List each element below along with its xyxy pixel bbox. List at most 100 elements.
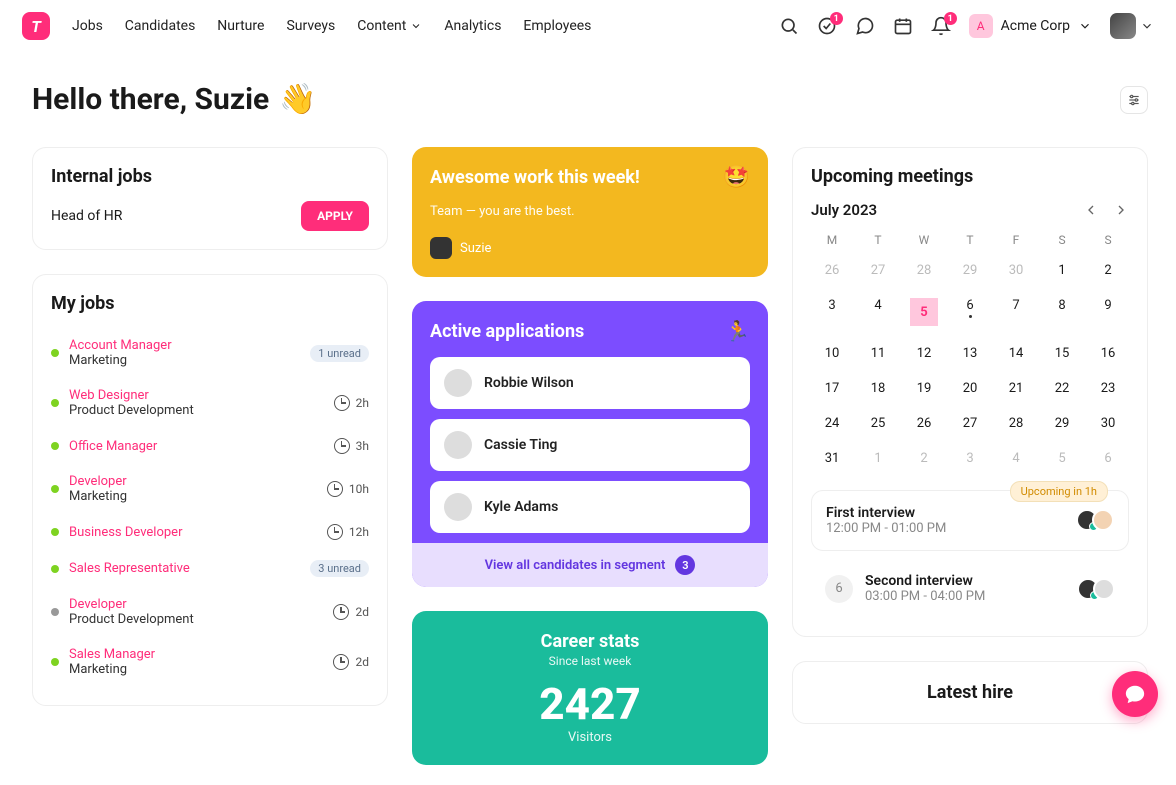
cal-day[interactable]: 1 — [857, 443, 899, 474]
sliders-icon — [1127, 93, 1141, 107]
cal-day[interactable]: 3 — [949, 443, 991, 474]
cal-weekday: S — [1041, 229, 1083, 251]
cal-day[interactable]: 2 — [903, 443, 945, 474]
cal-day[interactable]: 5 — [903, 290, 945, 334]
celebrate-emoji: 🤩 — [723, 165, 750, 190]
cal-day[interactable]: 6 — [1087, 443, 1129, 474]
cal-day[interactable]: 3 — [811, 290, 853, 334]
cal-day[interactable]: 18 — [857, 373, 899, 404]
unread-pill: 3 unread — [310, 560, 369, 577]
unread-pill: 1 unread — [310, 345, 369, 362]
meeting-card-second[interactable]: 6 Second interview 03:00 PM - 04:00 PM — [811, 559, 1129, 618]
user-menu[interactable] — [1110, 13, 1154, 39]
nav-content[interactable]: Content — [357, 18, 422, 34]
logo[interactable]: T — [22, 12, 50, 40]
cal-day[interactable]: 2 — [1087, 255, 1129, 286]
cal-day[interactable]: 8 — [1041, 290, 1083, 334]
job-meta: 2d — [333, 604, 369, 620]
application-row[interactable]: Cassie Ting — [430, 419, 750, 471]
job-row[interactable]: DeveloperProduct Development2d — [51, 587, 369, 637]
application-row[interactable]: Robbie Wilson — [430, 357, 750, 409]
tasks-button[interactable]: 1 — [817, 16, 837, 36]
status-dot — [51, 485, 59, 493]
nav-surveys[interactable]: Surveys — [286, 18, 335, 34]
org-switcher[interactable]: A Acme Corp — [969, 14, 1092, 38]
job-row[interactable]: Sales Representative3 unread — [51, 550, 369, 587]
cal-day[interactable]: 31 — [811, 443, 853, 474]
cal-weekday: W — [903, 229, 945, 251]
cal-day[interactable]: 5 — [1041, 443, 1083, 474]
cal-day[interactable]: 27 — [949, 408, 991, 439]
clock-icon — [333, 654, 349, 670]
stats-value: 2427 — [432, 678, 748, 730]
chevron-down-icon — [1078, 19, 1092, 33]
cal-day[interactable]: 10 — [811, 338, 853, 369]
apply-button[interactable]: APPLY — [301, 201, 369, 231]
cal-day[interactable]: 25 — [857, 408, 899, 439]
cal-day[interactable]: 4 — [995, 443, 1037, 474]
cal-day[interactable]: 1 — [1041, 255, 1083, 286]
nav-employees[interactable]: Employees — [523, 18, 591, 34]
cal-day[interactable]: 20 — [949, 373, 991, 404]
application-row[interactable]: Kyle Adams — [430, 481, 750, 533]
calendar-button[interactable] — [893, 16, 913, 36]
search-button[interactable] — [779, 16, 799, 36]
cal-day[interactable]: 26 — [903, 408, 945, 439]
cal-day[interactable]: 14 — [995, 338, 1037, 369]
cal-day[interactable]: 24 — [811, 408, 853, 439]
nav-candidates[interactable]: Candidates — [125, 18, 196, 34]
job-meta: 2h — [334, 395, 369, 411]
cal-day[interactable]: 28 — [903, 255, 945, 286]
clock-icon — [327, 481, 343, 497]
cal-day[interactable]: 7 — [995, 290, 1037, 334]
cal-day[interactable]: 23 — [1087, 373, 1129, 404]
nav-jobs[interactable]: Jobs — [72, 18, 103, 34]
topbar-right: 1 1 A Acme Corp — [779, 13, 1154, 39]
job-row[interactable]: Account ManagerMarketing1 unread — [51, 328, 369, 378]
next-month-button[interactable] — [1113, 202, 1129, 218]
cal-day[interactable]: 6 — [949, 290, 991, 334]
view-all-candidates-link[interactable]: View all candidates in segment 3 — [412, 543, 768, 587]
cal-weekday: M — [811, 229, 853, 251]
cal-day[interactable]: 17 — [811, 373, 853, 404]
cal-day[interactable]: 27 — [857, 255, 899, 286]
candidate-name: Cassie Ting — [484, 437, 557, 453]
cal-day[interactable]: 16 — [1087, 338, 1129, 369]
cal-day[interactable]: 21 — [995, 373, 1037, 404]
clock-icon — [333, 604, 349, 620]
cal-day[interactable]: 13 — [949, 338, 991, 369]
job-dept: Marketing — [69, 353, 300, 368]
job-row[interactable]: Web DesignerProduct Development2h — [51, 378, 369, 428]
candidate-avatar — [444, 369, 472, 397]
cal-day[interactable]: 9 — [1087, 290, 1129, 334]
messages-button[interactable] — [855, 16, 875, 36]
cal-day[interactable]: 29 — [949, 255, 991, 286]
cal-day[interactable]: 22 — [1041, 373, 1083, 404]
chat-fab[interactable] — [1112, 671, 1158, 717]
job-row[interactable]: Office Manager3h — [51, 428, 369, 464]
apps-list: Robbie Wilson Cassie Ting Kyle Adams — [430, 357, 750, 533]
nav-analytics[interactable]: Analytics — [444, 18, 501, 34]
job-row[interactable]: Sales ManagerMarketing2d — [51, 637, 369, 687]
cal-day[interactable]: 12 — [903, 338, 945, 369]
cal-day[interactable]: 28 — [995, 408, 1037, 439]
cal-day[interactable]: 11 — [857, 338, 899, 369]
cal-day[interactable]: 30 — [1087, 408, 1129, 439]
cal-day[interactable]: 29 — [1041, 408, 1083, 439]
cal-day[interactable]: 30 — [995, 255, 1037, 286]
job-row[interactable]: Business Developer12h — [51, 514, 369, 550]
candidate-avatar — [444, 431, 472, 459]
apps-title: Active applications — [430, 321, 584, 342]
nav-nurture[interactable]: Nurture — [217, 18, 264, 34]
job-row[interactable]: DeveloperMarketing10h — [51, 464, 369, 514]
cal-day[interactable]: 19 — [903, 373, 945, 404]
notifications-button[interactable]: 1 — [931, 16, 951, 36]
cal-day[interactable]: 4 — [857, 290, 899, 334]
status-dot — [51, 528, 59, 536]
cal-day[interactable]: 26 — [811, 255, 853, 286]
prev-month-button[interactable] — [1083, 202, 1099, 218]
dashboard-settings-button[interactable] — [1120, 86, 1148, 114]
meeting-card-first[interactable]: Upcoming in 1h First interview 12:00 PM … — [811, 490, 1129, 551]
cal-day[interactable]: 15 — [1041, 338, 1083, 369]
meeting-time: 12:00 PM - 01:00 PM — [826, 521, 1114, 536]
